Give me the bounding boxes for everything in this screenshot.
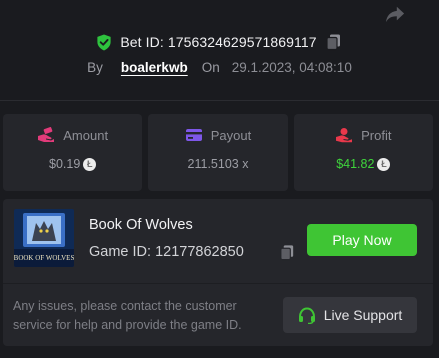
game-id: Game ID: 12177862850 (89, 244, 244, 260)
amount-header: Amount (37, 127, 108, 143)
profit-value: $41.82 (336, 157, 375, 171)
game-name: Book Of Wolves (89, 217, 193, 233)
username-link[interactable]: boalerkwb (121, 60, 188, 75)
copy-icon[interactable] (325, 33, 343, 51)
litecoin-icon: Ł (83, 157, 97, 171)
bet-hand-icon (38, 127, 55, 142)
bet-id-text: Bet ID: 1756324629571869117 (120, 34, 317, 50)
profit-value-row: $41.82 Ł (336, 157, 391, 171)
play-now-button[interactable]: Play Now (307, 224, 417, 256)
wallet-card-icon (185, 129, 202, 141)
litecoin-icon: Ł (377, 157, 391, 171)
game-thumbnail[interactable]: BOOK OF WOLVES (14, 209, 74, 267)
profit-label: Profit (361, 127, 392, 143)
live-support-button[interactable]: Live Support (283, 297, 417, 333)
support-message: Any issues, please contact the customer … (13, 299, 242, 332)
stats-row: Amount $0.19 Ł Payout 211.5103 x Profit (3, 114, 433, 191)
profit-card: Profit $41.82 Ł (293, 114, 433, 191)
payout-header: Payout (185, 127, 251, 143)
copy-icon[interactable] (279, 244, 296, 261)
amount-value: $0.19 (49, 157, 81, 171)
on-label: On (201, 60, 220, 75)
game-card: BOOK OF WOLVES Book Of Wolves Game ID: 1… (3, 199, 433, 346)
payout-value: 211.5103 x (187, 157, 249, 171)
bet-author-row: By boalerkwb On 29.1.2023, 04:08:10 (0, 60, 439, 75)
payout-value-row: 211.5103 x (188, 157, 249, 171)
bet-timestamp: 29.1.2023, 04:08:10 (231, 60, 352, 75)
by-label: By (87, 60, 103, 75)
amount-value-row: $0.19 Ł (49, 157, 97, 171)
shield-check-icon (97, 33, 111, 51)
live-support-label: Live Support (323, 307, 403, 323)
amount-card: Amount $0.19 Ł (3, 114, 143, 191)
card-divider (3, 283, 433, 284)
headset-icon (298, 306, 315, 324)
coins-hand-icon (336, 128, 353, 143)
game-thumbnail-text: BOOK OF WOLVES (14, 254, 74, 262)
share-icon[interactable] (384, 4, 406, 24)
payout-label: Payout (210, 127, 252, 143)
header-divider (0, 100, 439, 101)
bet-id-row: Bet ID: 1756324629571869117 (0, 33, 439, 51)
amount-label: Amount (63, 127, 109, 143)
profit-header: Profit (335, 127, 391, 143)
payout-card: Payout 211.5103 x (148, 114, 288, 191)
